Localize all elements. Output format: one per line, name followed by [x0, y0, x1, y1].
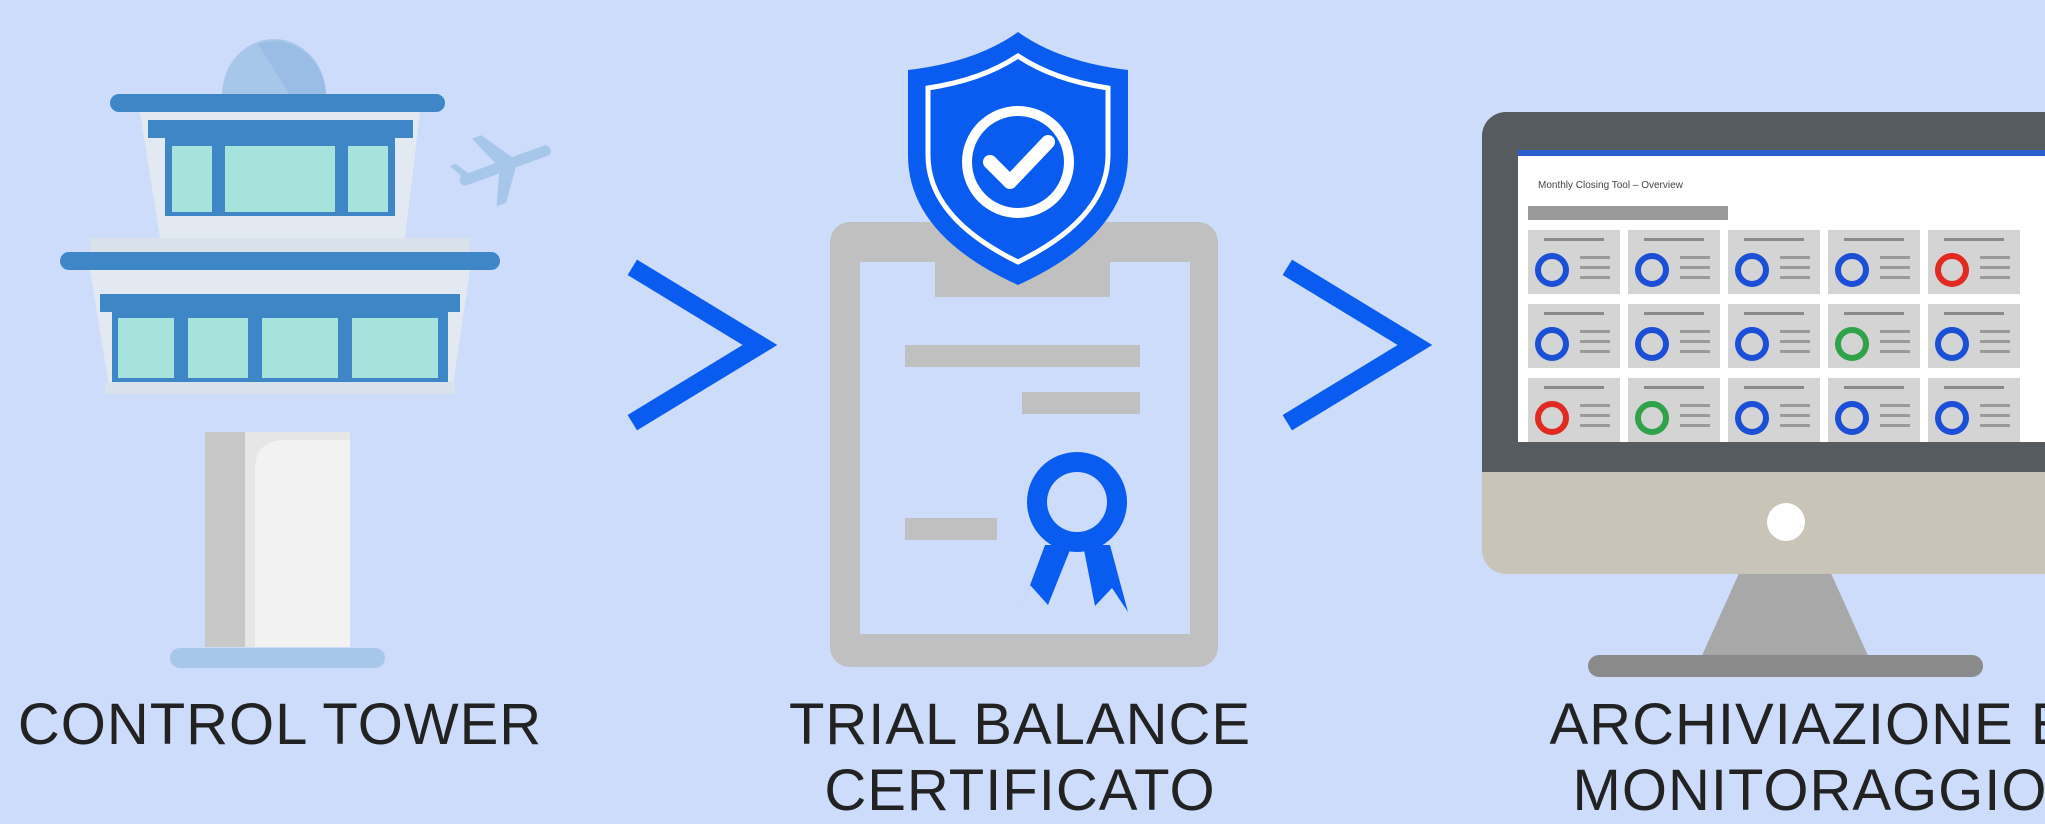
tile-header-line — [1944, 386, 2004, 389]
tile-header-line — [1744, 386, 1804, 389]
airplane-icon — [449, 135, 551, 207]
tile-text-line — [1780, 266, 1810, 269]
tile-text-line — [1580, 256, 1610, 259]
tile-text-line — [1680, 404, 1710, 407]
tile-header-line — [1744, 312, 1804, 315]
step-label-trial-balance: TRIAL BALANCE CERTIFICATO — [740, 692, 1300, 824]
tile-text-line — [1880, 276, 1910, 279]
tile-header-line — [1644, 312, 1704, 315]
tile-text-line — [1980, 256, 2010, 259]
step-2-label-line1: TRIAL BALANCE — [788, 692, 1252, 757]
tile-text-line — [1780, 414, 1810, 417]
step-3-label-line1: ARCHIVIAZIONE E — [1549, 692, 2045, 757]
tile-text-line — [1580, 276, 1610, 279]
tile-text-line — [1880, 350, 1910, 353]
tile-text-line — [1880, 340, 1910, 343]
tile-header-line — [1844, 386, 1904, 389]
tile-header-line — [1944, 312, 2004, 315]
certificate-clipboard-icon — [830, 32, 1218, 667]
tile-text-line — [1780, 350, 1810, 353]
tile-text-line — [1980, 266, 2010, 269]
monitor-screen-title: Monthly Closing Tool – Overview — [1538, 180, 1683, 191]
tile-header-line — [1844, 238, 1904, 241]
tile-text-line — [1780, 340, 1810, 343]
tile-header-line — [1544, 238, 1604, 241]
tile-text-line — [1880, 404, 1910, 407]
tile-text-line — [1680, 350, 1710, 353]
tile-text-line — [1980, 330, 2010, 333]
tile-text-line — [1880, 266, 1910, 269]
arrow-2-icon — [1282, 259, 1433, 431]
tile-header-line — [1544, 386, 1604, 389]
tile-text-line — [1680, 266, 1710, 269]
tile-text-line — [1880, 414, 1910, 417]
tile-text-line — [1680, 414, 1710, 417]
step-label-archiviazione: ARCHIVIAZIONE E MONITORAGGIO — [1480, 692, 2045, 824]
tile-text-line — [1980, 276, 2010, 279]
tile-header-line — [1744, 238, 1804, 241]
tile-text-line — [1980, 414, 2010, 417]
tile-text-line — [1880, 424, 1910, 427]
step-1-label: CONTROL TOWER — [17, 692, 543, 757]
tile-text-line — [1580, 404, 1610, 407]
process-diagram: Monthly Closing Tool – Overview CONTROL … — [0, 0, 2045, 823]
tile-header-line — [1944, 238, 2004, 241]
step-2-label-line2: CERTIFICATO — [824, 758, 1216, 823]
tile-text-line — [1680, 256, 1710, 259]
dashboard-tiles — [1528, 206, 2020, 442]
arrow-1-icon — [627, 259, 778, 431]
tile-text-line — [1880, 330, 1910, 333]
tile-text-line — [1980, 424, 2010, 427]
tile-text-line — [1680, 330, 1710, 333]
filter-bar — [1528, 206, 1728, 220]
tile-text-line — [1780, 404, 1810, 407]
tile-text-line — [1580, 266, 1610, 269]
step-3-label-line2: MONITORAGGIO — [1572, 758, 2045, 823]
tile-text-line — [1580, 414, 1610, 417]
tile-text-line — [1580, 424, 1610, 427]
tile-text-line — [1980, 350, 2010, 353]
tile-text-line — [1980, 404, 2010, 407]
step-label-control-tower: CONTROL TOWER — [0, 692, 560, 758]
tile-text-line — [1780, 424, 1810, 427]
tile-text-line — [1980, 340, 2010, 343]
tile-header-line — [1544, 312, 1604, 315]
tile-text-line — [1680, 424, 1710, 427]
tile-text-line — [1680, 340, 1710, 343]
tile-text-line — [1880, 256, 1910, 259]
tile-header-line — [1644, 238, 1704, 241]
tile-text-line — [1780, 330, 1810, 333]
tile-text-line — [1580, 350, 1610, 353]
tile-text-line — [1580, 340, 1610, 343]
tile-text-line — [1780, 256, 1810, 259]
power-button-icon — [1767, 503, 1805, 541]
tile-text-line — [1580, 330, 1610, 333]
tile-text-line — [1780, 276, 1810, 279]
tile-text-line — [1680, 276, 1710, 279]
tile-header-line — [1844, 312, 1904, 315]
control-tower-icon — [60, 39, 551, 668]
tile-header-line — [1644, 386, 1704, 389]
